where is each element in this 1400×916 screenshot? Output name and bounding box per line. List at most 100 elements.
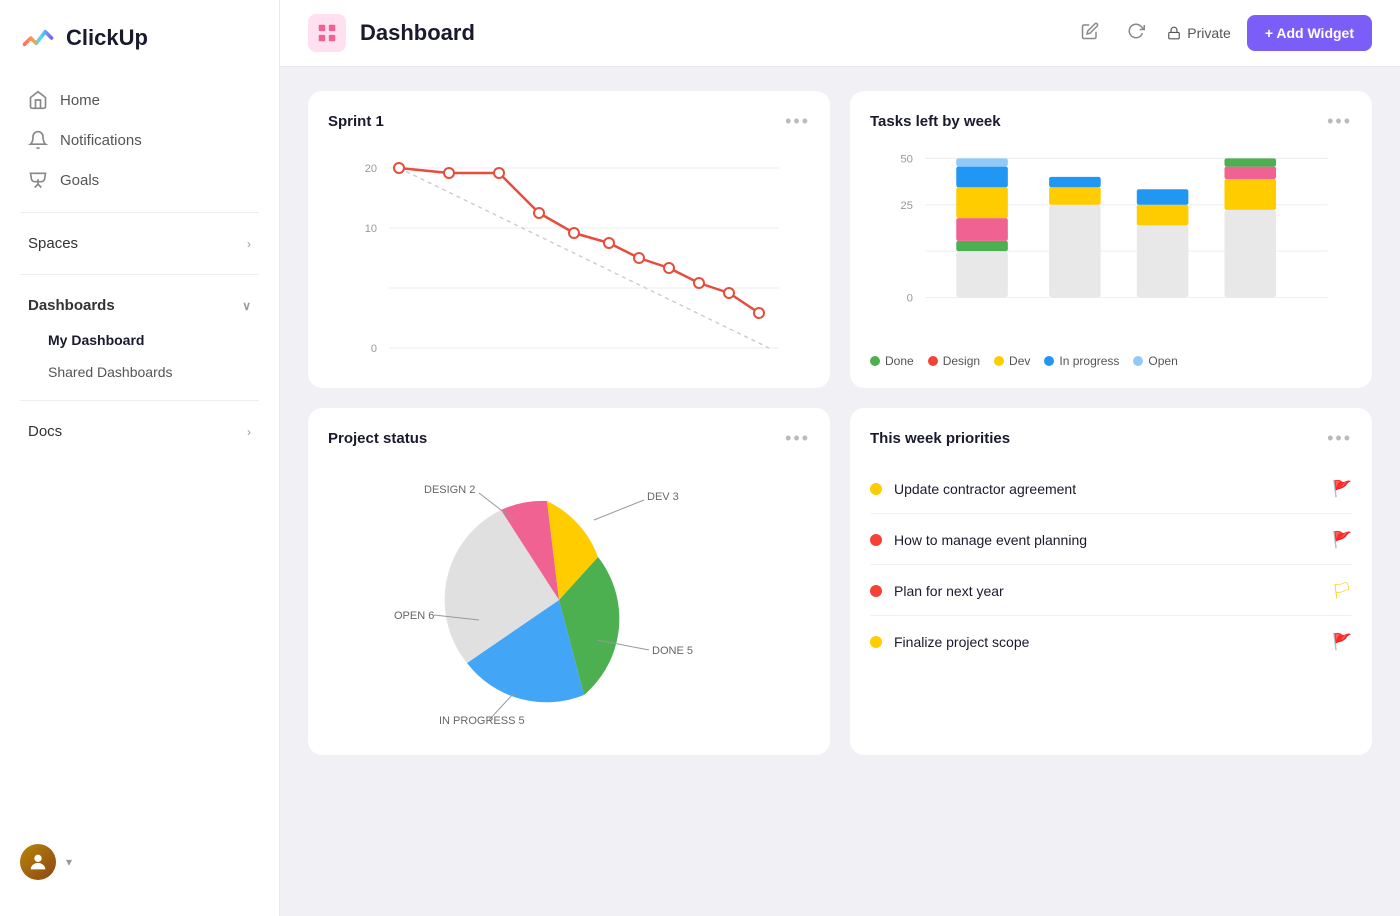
tasks-card: Tasks left by week ••• 50 25 0 <box>850 91 1372 388</box>
svg-text:20: 20 <box>365 163 377 175</box>
design-dot <box>928 356 938 366</box>
legend-inprogress-label: In progress <box>1059 354 1119 368</box>
header-title: Dashboard <box>360 20 475 46</box>
project-status-menu[interactable]: ••• <box>785 428 810 449</box>
inprogress-dot <box>1044 356 1054 366</box>
sidebar-section-spaces[interactable]: Spaces › <box>8 225 271 262</box>
pencil-icon <box>1081 22 1099 40</box>
refresh-button[interactable] <box>1121 16 1151 51</box>
avatar <box>20 844 56 880</box>
legend-done: Done <box>870 354 914 368</box>
bottom-row: Project status ••• <box>308 408 1372 755</box>
legend-inprogress: In progress <box>1044 354 1119 368</box>
svg-text:DONE 5: DONE 5 <box>652 645 693 657</box>
chart-legend: Done Design Dev In progress <box>870 354 1352 368</box>
dashboards-label: Dashboards <box>28 297 115 314</box>
bar-chart-svg: 50 25 0 <box>870 148 1352 344</box>
priority-2-flag: 🚩 <box>1332 530 1352 550</box>
project-status-header: Project status ••• <box>328 428 810 449</box>
logo-area: ClickUp <box>0 20 279 80</box>
pie-chart-area: DEV 3 DONE 5 IN PROGRESS 5 OPEN 6 DESIGN… <box>328 465 810 735</box>
dashboard-content: Sprint 1 ••• 20 10 0 <box>280 67 1400 916</box>
legend-design: Design <box>928 354 980 368</box>
project-status-title: Project status <box>328 430 427 447</box>
sprint-chart-svg: 20 10 0 <box>328 148 810 368</box>
sprint-menu[interactable]: ••• <box>785 111 810 132</box>
docs-label: Docs <box>28 423 62 440</box>
bar-chart-area: 50 25 0 <box>870 148 1352 368</box>
divider-1 <box>20 212 259 213</box>
priority-1-text: Update contractor agreement <box>894 481 1076 497</box>
divider-3 <box>20 400 259 401</box>
priorities-title: This week priorities <box>870 430 1010 447</box>
priorities-menu[interactable]: ••• <box>1327 428 1352 449</box>
dashboard-icon-container <box>308 14 346 52</box>
sidebar-section-dashboards[interactable]: Dashboards ∨ <box>8 287 271 324</box>
edit-button[interactable] <box>1075 16 1105 51</box>
project-status-card: Project status ••• <box>308 408 830 755</box>
priority-2-text: How to manage event planning <box>894 532 1087 548</box>
notifications-label: Notifications <box>60 132 142 149</box>
add-widget-button[interactable]: + Add Widget <box>1247 15 1372 51</box>
sidebar-item-notifications[interactable]: Notifications <box>8 120 271 160</box>
logo-text: ClickUp <box>66 25 148 51</box>
priority-item-4: Finalize project scope 🚩 <box>870 618 1352 666</box>
legend-dev: Dev <box>994 354 1030 368</box>
svg-text:10: 10 <box>365 223 377 235</box>
priority-2-dot <box>870 534 882 546</box>
tasks-title: Tasks left by week <box>870 113 1001 130</box>
priority-1-dot <box>870 483 882 495</box>
priorities-card: This week priorities ••• Update contract… <box>850 408 1372 755</box>
svg-text:DEV 3: DEV 3 <box>647 491 679 503</box>
sidebar-item-shared-dashboards[interactable]: Shared Dashboards <box>8 356 271 388</box>
svg-text:OPEN 6: OPEN 6 <box>394 610 434 622</box>
private-label: Private <box>1187 25 1231 41</box>
pie-chart-svg: DEV 3 DONE 5 IN PROGRESS 5 OPEN 6 DESIGN… <box>379 465 759 735</box>
priorities-header: This week priorities ••• <box>870 428 1352 449</box>
tasks-card-header: Tasks left by week ••• <box>870 111 1352 132</box>
main-area: Dashboard Private + Add Wid <box>280 0 1400 916</box>
shared-dashboards-label: Shared Dashboards <box>48 364 173 380</box>
trophy-icon <box>28 170 48 190</box>
sprint-chart: 20 10 0 <box>328 148 810 368</box>
lock-icon <box>1167 26 1181 40</box>
header: Dashboard Private + Add Wid <box>280 0 1400 67</box>
home-label: Home <box>60 92 100 109</box>
priority-1-left: Update contractor agreement <box>870 481 1076 497</box>
tasks-menu[interactable]: ••• <box>1327 111 1352 132</box>
top-row: Sprint 1 ••• 20 10 0 <box>308 91 1372 388</box>
priority-item-1: Update contractor agreement 🚩 <box>870 465 1352 514</box>
spaces-chevron: › <box>247 237 251 251</box>
sidebar-item-home[interactable]: Home <box>8 80 271 120</box>
svg-text:IN PROGRESS 5: IN PROGRESS 5 <box>439 715 525 727</box>
done-dot <box>870 356 880 366</box>
docs-chevron: › <box>247 425 251 439</box>
priority-3-dot <box>870 585 882 597</box>
dashboards-chevron: ∨ <box>242 299 251 313</box>
sidebar-section-docs[interactable]: Docs › <box>8 413 271 450</box>
home-icon <box>28 90 48 110</box>
user-profile[interactable]: ▾ <box>0 828 279 896</box>
refresh-icon <box>1127 22 1145 40</box>
priority-3-flag: 🏳 <box>1332 581 1352 601</box>
bell-icon <box>28 130 48 150</box>
add-widget-label: + Add Widget <box>1265 25 1354 41</box>
sidebar-item-goals[interactable]: Goals <box>8 160 271 200</box>
priority-3-left: Plan for next year <box>870 583 1004 599</box>
private-badge: Private <box>1167 25 1231 41</box>
header-left: Dashboard <box>308 14 475 52</box>
priority-item-3: Plan for next year 🏳 <box>870 567 1352 616</box>
sprint-card: Sprint 1 ••• 20 10 0 <box>308 91 830 388</box>
svg-text:50: 50 <box>900 153 913 165</box>
dropdown-icon: ▾ <box>66 855 72 869</box>
open-dot <box>1133 356 1143 366</box>
legend-open-label: Open <box>1148 354 1177 368</box>
clickup-logo-icon <box>20 20 56 56</box>
my-dashboard-label: My Dashboard <box>48 332 144 348</box>
legend-open: Open <box>1133 354 1177 368</box>
sidebar: ClickUp Home Notifications Goals Spaces … <box>0 0 280 916</box>
legend-done-label: Done <box>885 354 914 368</box>
sidebar-item-my-dashboard[interactable]: My Dashboard <box>8 324 271 356</box>
priority-3-text: Plan for next year <box>894 583 1004 599</box>
priority-4-dot <box>870 636 882 648</box>
